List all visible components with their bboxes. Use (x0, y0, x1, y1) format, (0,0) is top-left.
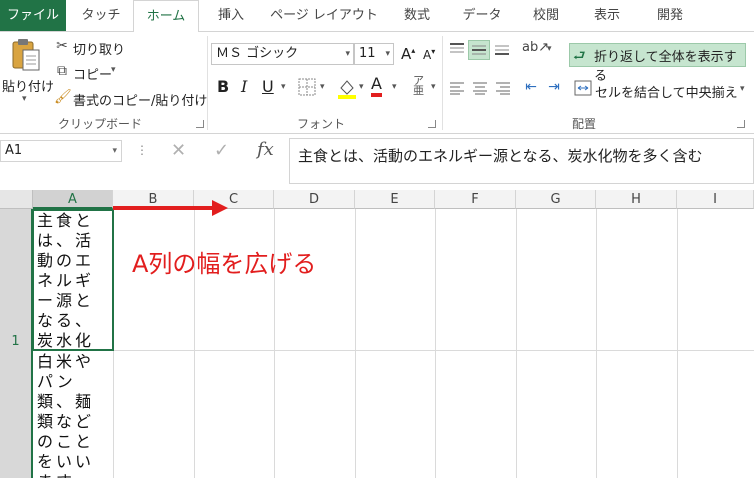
column-header-a[interactable]: A (33, 190, 113, 209)
more-options-icon[interactable]: ⋮ (136, 143, 148, 157)
align-left-icon[interactable] (448, 81, 466, 99)
formula-bar: A1 ▾ ⋮ ✕ ✓ fx 主食とは、活動のエネルギー源となる、炭水化物を多く含… (0, 134, 754, 184)
tab-home[interactable]: ホーム (133, 0, 199, 32)
tab-view[interactable]: 表示 (579, 0, 635, 31)
paste-button[interactable]: 貼り付け (2, 76, 54, 95)
chevron-down-icon[interactable]: ▾ (320, 82, 325, 92)
formula-input[interactable]: 主食とは、活動のエネルギー源となる、炭水化物を多く含む (289, 138, 754, 184)
chevron-down-icon[interactable]: ▾ (547, 44, 552, 54)
row-header-1[interactable]: 1 (0, 209, 33, 351)
underline-button[interactable]: U (262, 77, 274, 96)
column-header-i[interactable]: I (677, 190, 754, 209)
chevron-down-icon[interactable]: ▾ (281, 82, 286, 92)
chevron-down-icon[interactable]: ▾ (112, 141, 117, 161)
gridline (596, 209, 597, 478)
gridline (33, 350, 754, 351)
cell-a2[interactable]: 白米やパン類、麺類などのことをいいます。炭水化物は、主 (33, 351, 113, 478)
insert-function-button[interactable]: fx (257, 139, 274, 160)
align-bottom-icon[interactable] (493, 42, 511, 60)
chevron-down-icon[interactable]: ▾ (431, 82, 436, 92)
group-label-font: フォント (297, 117, 346, 131)
wrap-text-label: 折り返して全体を表示する (594, 50, 737, 84)
column-header-h[interactable]: H (596, 190, 677, 209)
wrap-text-icon: ⮐ (573, 48, 586, 64)
font-name-select[interactable]: ＭＳ ゴシック ▾ (211, 43, 354, 65)
font-size-select[interactable]: 11 ▾ (354, 43, 394, 65)
select-all-button[interactable] (0, 190, 33, 209)
gridline (355, 209, 356, 478)
shrink-font-button[interactable]: A▾ (423, 47, 435, 62)
copy-icon: ⧉ (57, 63, 67, 79)
group-label-alignment: 配置 (572, 117, 597, 131)
chevron-down-icon[interactable]: ▾ (740, 84, 745, 94)
phonetic-icon[interactable]: ア亜 (413, 75, 424, 96)
gridline (516, 209, 517, 478)
align-middle-button[interactable] (468, 40, 490, 60)
wrap-text-button[interactable]: ⮐ 折り返して全体を表示する (569, 43, 746, 84)
chevron-down-icon[interactable]: ▾ (111, 65, 116, 75)
name-box[interactable]: A1 ▾ (0, 140, 122, 162)
align-center-icon[interactable] (471, 81, 489, 99)
enter-icon[interactable]: ✓ (214, 140, 229, 161)
merge-center-button[interactable]: セルを結合して中央揃え (595, 82, 738, 101)
group-divider (207, 36, 208, 130)
copy-button[interactable]: コピー (73, 64, 112, 83)
merge-center-icon (574, 80, 592, 100)
align-right-icon[interactable] (494, 81, 512, 99)
chevron-down-icon[interactable]: ▾ (359, 82, 364, 92)
orientation-icon[interactable]: ab↗ (522, 40, 549, 55)
group-divider (442, 36, 443, 130)
annotation-text: A列の幅を広げる (132, 250, 317, 278)
chevron-down-icon[interactable]: ▾ (22, 94, 27, 104)
chevron-down-icon[interactable]: ▾ (392, 82, 397, 92)
column-header-e[interactable]: E (355, 190, 435, 209)
gridline (677, 209, 678, 478)
tab-page-layout[interactable]: ページ レイアウト (266, 0, 382, 31)
tab-touch[interactable]: タッチ (73, 0, 129, 31)
annotation-arrow (113, 206, 214, 210)
row-header-2[interactable] (0, 351, 33, 478)
column-header-d[interactable]: D (274, 190, 355, 209)
group-label-clipboard: クリップボード (58, 117, 143, 131)
bold-button[interactable]: B (217, 77, 229, 96)
column-header-f[interactable]: F (435, 190, 516, 209)
cancel-icon[interactable]: ✕ (171, 140, 186, 161)
fill-color-icon[interactable] (337, 78, 357, 100)
tab-review[interactable]: 校閲 (519, 0, 573, 31)
tab-formulas[interactable]: 数式 (390, 0, 444, 31)
align-top-icon[interactable] (448, 42, 466, 60)
format-painter-button[interactable]: 書式のコピー/貼り付け (73, 90, 207, 109)
worksheet-grid: A B C D E F G H I 1 主食とは、活動のエネルギー源となる、炭水… (0, 190, 754, 478)
gridline (435, 209, 436, 478)
format-painter-icon: 🖌 (54, 89, 72, 105)
font-color-button[interactable]: A (371, 75, 382, 97)
font-launcher-icon[interactable] (428, 120, 436, 128)
grow-font-button[interactable]: A▴ (401, 45, 415, 63)
selection-border (32, 209, 114, 351)
tab-data[interactable]: データ (452, 0, 512, 31)
decrease-indent-icon[interactable]: ⇤ (521, 79, 541, 95)
cut-button[interactable]: 切り取り (73, 39, 125, 58)
tab-insert[interactable]: 挿入 (205, 0, 257, 31)
paste-icon[interactable] (10, 37, 42, 73)
ribbon-tabs: ファイル タッチ ホーム 挿入 ページ レイアウト 数式 データ 校閲 表示 開… (0, 0, 754, 32)
annotation-arrow-head (212, 200, 228, 216)
alignment-launcher-icon[interactable] (737, 120, 745, 128)
increase-indent-icon[interactable]: ⇥ (544, 79, 564, 95)
scissors-icon: ✂ (56, 38, 68, 54)
ribbon: 貼り付け ▾ ✂ 切り取り ⧉ コピー ▾ 🖌 書式のコピー/貼り付け クリップ… (0, 31, 754, 134)
column-header-g[interactable]: G (516, 190, 596, 209)
tab-file[interactable]: ファイル (0, 0, 66, 31)
tab-developer[interactable]: 開発 (641, 0, 699, 31)
italic-button[interactable]: I (241, 77, 247, 96)
clipboard-launcher-icon[interactable] (196, 120, 204, 128)
borders-icon[interactable] (297, 78, 317, 100)
